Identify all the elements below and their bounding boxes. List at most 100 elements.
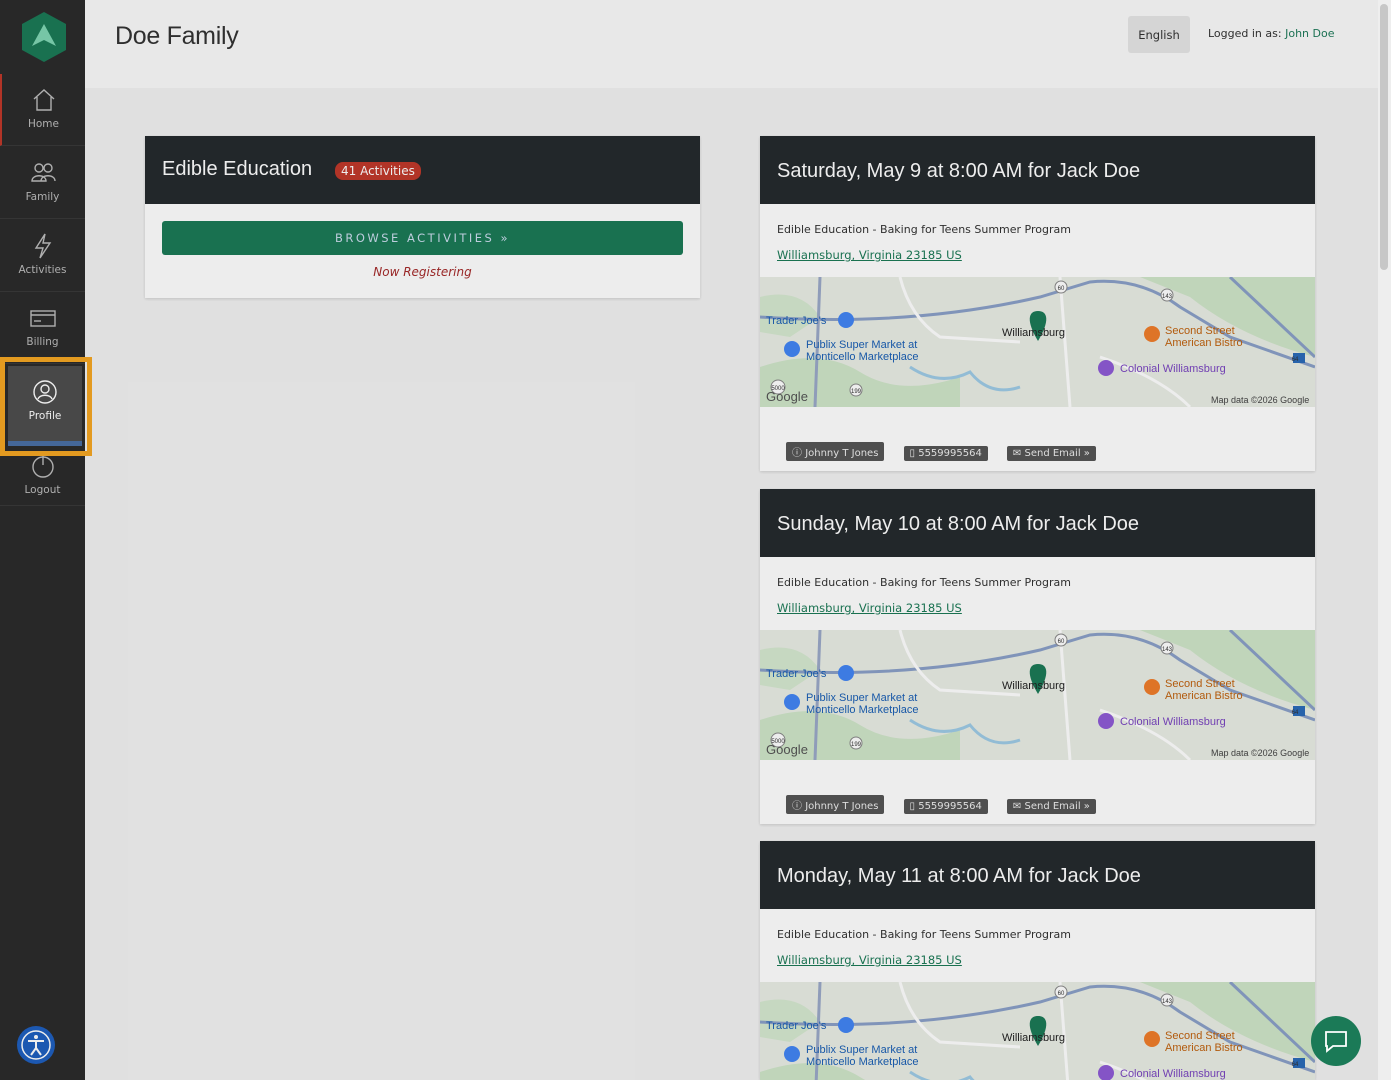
contact-phone-tag[interactable]: ▯ 5559995564 (903, 446, 988, 461)
map-place-label: Publix Super Market at (806, 1044, 917, 1056)
map-road-label: 143 (1162, 294, 1173, 300)
event-program: Edible Education - Baking for Teens Summ… (777, 928, 1071, 941)
contact-name: Johnny T Jones (805, 448, 879, 459)
event-card: Sunday, May 10 at 8:00 AM for Jack Doe E… (760, 489, 1315, 824)
phone-icon: ▯ (909, 448, 919, 459)
event-title: Monday, May 11 at 8:00 AM for Jack Doe (777, 865, 1141, 887)
person-icon: ⓘ (792, 801, 806, 812)
map-place-label: Colonial Williamsburg (1120, 716, 1226, 728)
event-card-header: Saturday, May 9 at 8:00 AM for Jack Doe (760, 136, 1315, 204)
map-road-label: 199 (851, 742, 862, 748)
lightning-icon (34, 233, 51, 259)
family-icon (30, 163, 56, 182)
map-place-label: American Bistro (1165, 690, 1243, 702)
map-place-label: Monticello Marketplace (806, 351, 919, 363)
phone-icon: ▯ (909, 801, 919, 812)
accessibility-button[interactable] (17, 1026, 55, 1064)
event-card-header: Sunday, May 10 at 8:00 AM for Jack Doe (760, 489, 1315, 557)
map-place-label: Williamsburg (1002, 680, 1065, 692)
map-road-label: 64 (1292, 357, 1299, 363)
map-place-label: American Bistro (1165, 1042, 1243, 1054)
organization-card: Edible Education 41 Activities BROWSE AC… (145, 136, 700, 298)
event-title: Saturday, May 9 at 8:00 AM for Jack Doe (777, 160, 1141, 182)
organization-card-header: Edible Education 41 Activities (145, 136, 700, 204)
accessibility-icon (21, 1030, 51, 1060)
user-icon (33, 380, 57, 404)
map-place-label: Williamsburg (1002, 1032, 1065, 1044)
contact-phone: 5559995564 (918, 801, 982, 812)
home-icon (33, 89, 54, 111)
map-place-label: Second Street (1165, 678, 1235, 690)
sidebar-item-label: Family (25, 191, 60, 203)
scrollbar-thumb[interactable] (1380, 4, 1388, 270)
page-scrollbar[interactable] (1378, 0, 1391, 1080)
send-email-button[interactable]: ✉ Send Email » (1006, 799, 1096, 814)
google-logo: Google (766, 389, 808, 404)
contact-phone-tag[interactable]: ▯ 5559995564 (903, 799, 988, 814)
event-contact-tags: ⓘ Johnny T Jones ▯ 5559995564 ✉ Send Ema… (786, 794, 1110, 814)
event-program: Edible Education - Baking for Teens Summ… (777, 576, 1071, 589)
browse-activities-button[interactable]: BROWSE ACTIVITIES » (162, 221, 683, 255)
map-road-label: 60 (1058, 991, 1065, 997)
user-link[interactable]: John Doe (1285, 27, 1334, 40)
organization-name: Edible Education (162, 158, 313, 180)
send-email-label: Send Email » (1024, 801, 1090, 812)
event-title: Sunday, May 10 at 8:00 AM for Jack Doe (777, 513, 1140, 535)
page-header: Doe Family English Logged in as: John Do… (85, 0, 1391, 88)
map-place-label: Trader Joe's (766, 668, 827, 680)
event-program: Edible Education - Baking for Teens Summ… (777, 223, 1071, 236)
event-location-link[interactable]: Williamsburg, Virginia 23185 US (777, 601, 962, 615)
envelope-icon: ✉ (1012, 801, 1025, 812)
contact-name-tag: ⓘ Johnny T Jones (786, 442, 885, 461)
contact-name: Johnny T Jones (805, 801, 879, 812)
sidebar-item-billing[interactable]: Billing (0, 292, 85, 364)
google-logo: Google (766, 742, 808, 757)
sidebar-item-logout[interactable]: Logout (0, 446, 85, 506)
map-place-label: Trader Joe's (766, 315, 827, 327)
map-place-label: Monticello Marketplace (806, 704, 919, 716)
sidebar-item-label: Profile (28, 410, 62, 422)
logged-in-label: Logged in as: (1208, 27, 1282, 40)
map-attribution: Map data ©2026 Google (1211, 748, 1309, 758)
map-place-label: Trader Joe's (766, 1020, 827, 1032)
contact-phone: 5559995564 (918, 448, 982, 459)
sidebar-item-label: Logout (24, 484, 61, 496)
map-road-label: 143 (1162, 999, 1173, 1005)
map-place-label: Williamsburg (1002, 327, 1065, 339)
sidebar-item-family[interactable]: Family (0, 147, 85, 219)
event-location-link[interactable]: Williamsburg, Virginia 23185 US (777, 248, 962, 262)
person-icon: ⓘ (792, 448, 806, 459)
sidebar-item-profile[interactable]: Profile (8, 366, 82, 446)
sidebar-item-home[interactable]: Home (0, 74, 85, 146)
credit-card-icon (29, 310, 56, 327)
envelope-icon: ✉ (1012, 448, 1025, 459)
sidebar-item-label: Billing (26, 336, 59, 348)
map-place-label: Monticello Marketplace (806, 1056, 919, 1068)
map-road-label: 60 (1058, 639, 1065, 645)
send-email-label: Send Email » (1024, 448, 1090, 459)
logged-in-info: Logged in as: John Doe (1208, 27, 1334, 40)
event-card: Saturday, May 9 at 8:00 AM for Jack Doe … (760, 136, 1315, 471)
event-map[interactable]: Trader Joe's Publix Super Market at Montic… (760, 982, 1315, 1080)
activities-count-badge: 41 Activities (335, 162, 421, 180)
event-contact-tags: ⓘ Johnny T Jones ▯ 5559995564 ✉ Send Ema… (786, 441, 1110, 461)
map-road-label: 64 (1292, 710, 1299, 716)
map-place-label: Second Street (1165, 1030, 1235, 1042)
event-location-link[interactable]: Williamsburg, Virginia 23185 US (777, 953, 962, 967)
event-map[interactable]: Trader Joe's Publix Super Market at Montic… (760, 277, 1315, 407)
map-place-label: Colonial Williamsburg (1120, 363, 1226, 375)
sidebar-item-activities[interactable]: Activities (0, 220, 85, 292)
app-logo-icon[interactable] (22, 12, 66, 62)
language-button[interactable]: English (1128, 16, 1190, 53)
map-place-label: Publix Super Market at (806, 339, 917, 351)
map-road-label: 143 (1162, 647, 1173, 653)
map-place-label: Colonial Williamsburg (1120, 1068, 1226, 1080)
map-road-label: 64 (1292, 1062, 1299, 1068)
chat-button[interactable] (1311, 1016, 1361, 1066)
map-place-label: Publix Super Market at (806, 692, 917, 704)
event-map[interactable]: Trader Joe's Publix Super Market at Montic… (760, 630, 1315, 760)
registration-status: Now Registering (373, 265, 472, 279)
send-email-button[interactable]: ✉ Send Email » (1006, 446, 1096, 461)
map-road-label: 199 (851, 389, 862, 395)
event-card: Monday, May 11 at 8:00 AM for Jack Doe E… (760, 841, 1315, 1080)
